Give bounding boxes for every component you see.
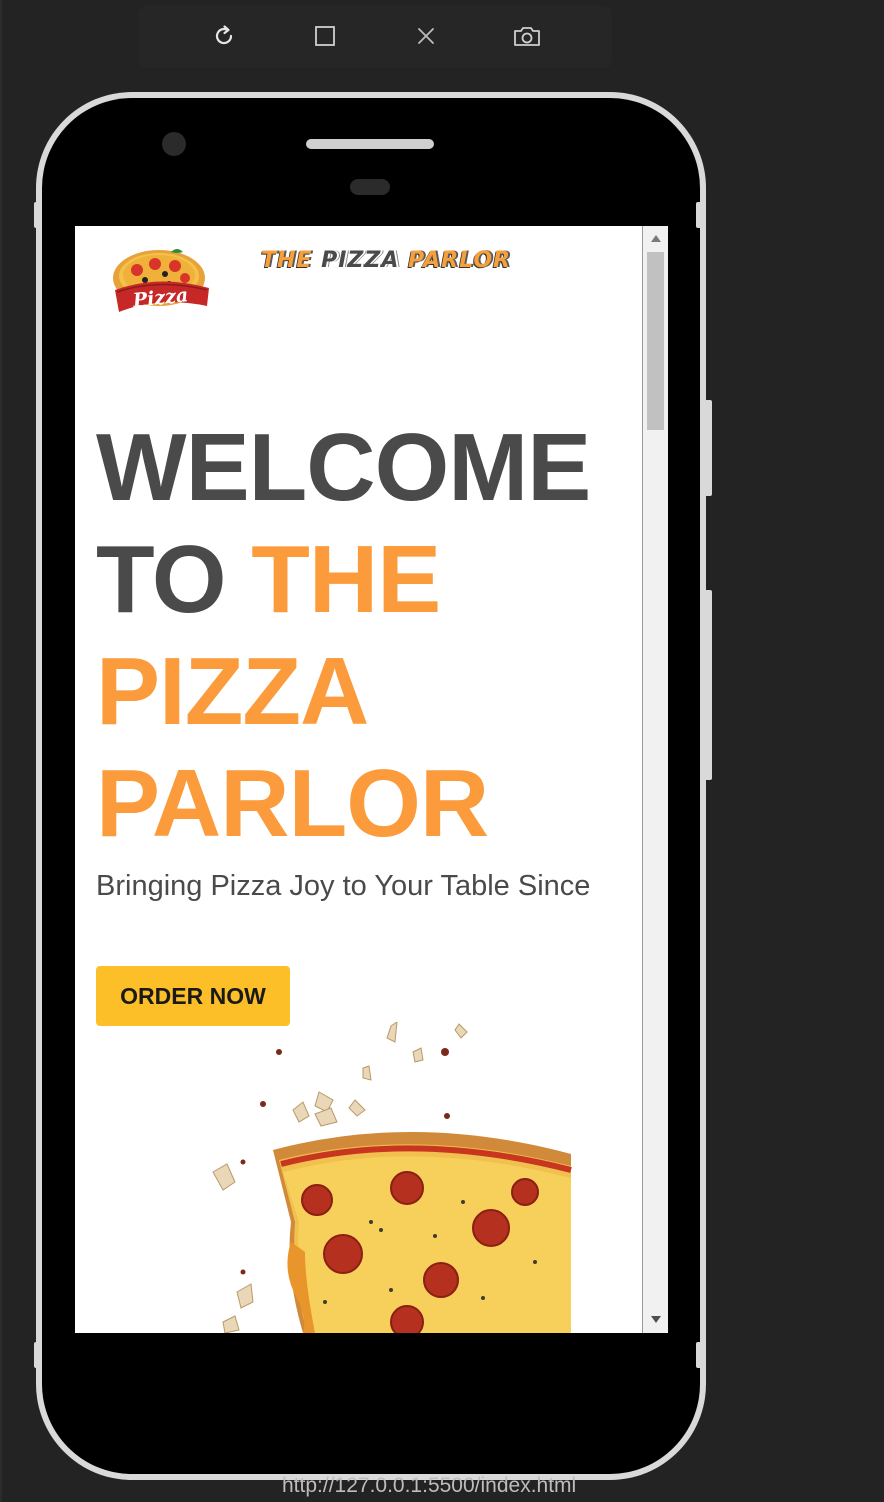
side-button-right-top — [696, 202, 704, 228]
logo-text: Pizza — [131, 284, 189, 312]
earpiece-speaker — [306, 139, 434, 149]
pizza-slice-image — [195, 1020, 575, 1333]
hero-word-the: THE — [251, 526, 441, 633]
brand-name[interactable]: THE PIZZA PARLOR — [261, 248, 613, 278]
front-camera — [162, 132, 186, 156]
web-page: Pizza THE PIZZA PARLOR WELCOME TO THE PI… — [75, 226, 642, 1333]
refresh-icon[interactable] — [208, 20, 240, 52]
side-button-right-bottom — [696, 1342, 704, 1368]
status-url: http://127.0.0.1:5500/index.html — [282, 1474, 577, 1497]
page-scrollbar[interactable] — [642, 226, 668, 1333]
hero-tagline: Bringing Pizza Joy to Your Table Since — [96, 870, 591, 902]
hero-line-pizza: PIZZA — [96, 638, 369, 745]
maximize-icon[interactable] — [309, 20, 341, 52]
hero-line-welcome: WELCOME — [96, 414, 591, 521]
emulator-toolbar — [138, 6, 612, 68]
brand-word-parlor: PARLOR — [408, 248, 511, 273]
close-icon[interactable] — [410, 20, 442, 52]
scroll-down-icon[interactable] — [643, 1309, 668, 1331]
brand-word-pizza: PIZZA — [321, 248, 409, 273]
hero-word-to: TO — [96, 526, 252, 633]
proximity-sensor — [350, 179, 390, 195]
window-edge — [0, 0, 2, 1502]
emulator-stage: Pizza THE PIZZA PARLOR WELCOME TO THE PI… — [0, 0, 884, 1502]
scroll-thumb[interactable] — [647, 252, 664, 430]
hero-line-parlor: PARLOR — [96, 750, 489, 857]
camera-icon[interactable] — [511, 20, 543, 52]
hero-title: WELCOME TO THE PIZZA PARLOR — [96, 412, 636, 860]
scroll-up-icon[interactable] — [643, 228, 668, 250]
order-now-button[interactable]: ORDER NOW — [96, 966, 290, 1026]
phone-screen: Pizza THE PIZZA PARLOR WELCOME TO THE PI… — [75, 226, 668, 1333]
brand-word-the: THE — [261, 248, 322, 273]
pizza-logo[interactable]: Pizza — [109, 244, 213, 316]
hero-line-to-the: TO THE — [96, 524, 636, 636]
